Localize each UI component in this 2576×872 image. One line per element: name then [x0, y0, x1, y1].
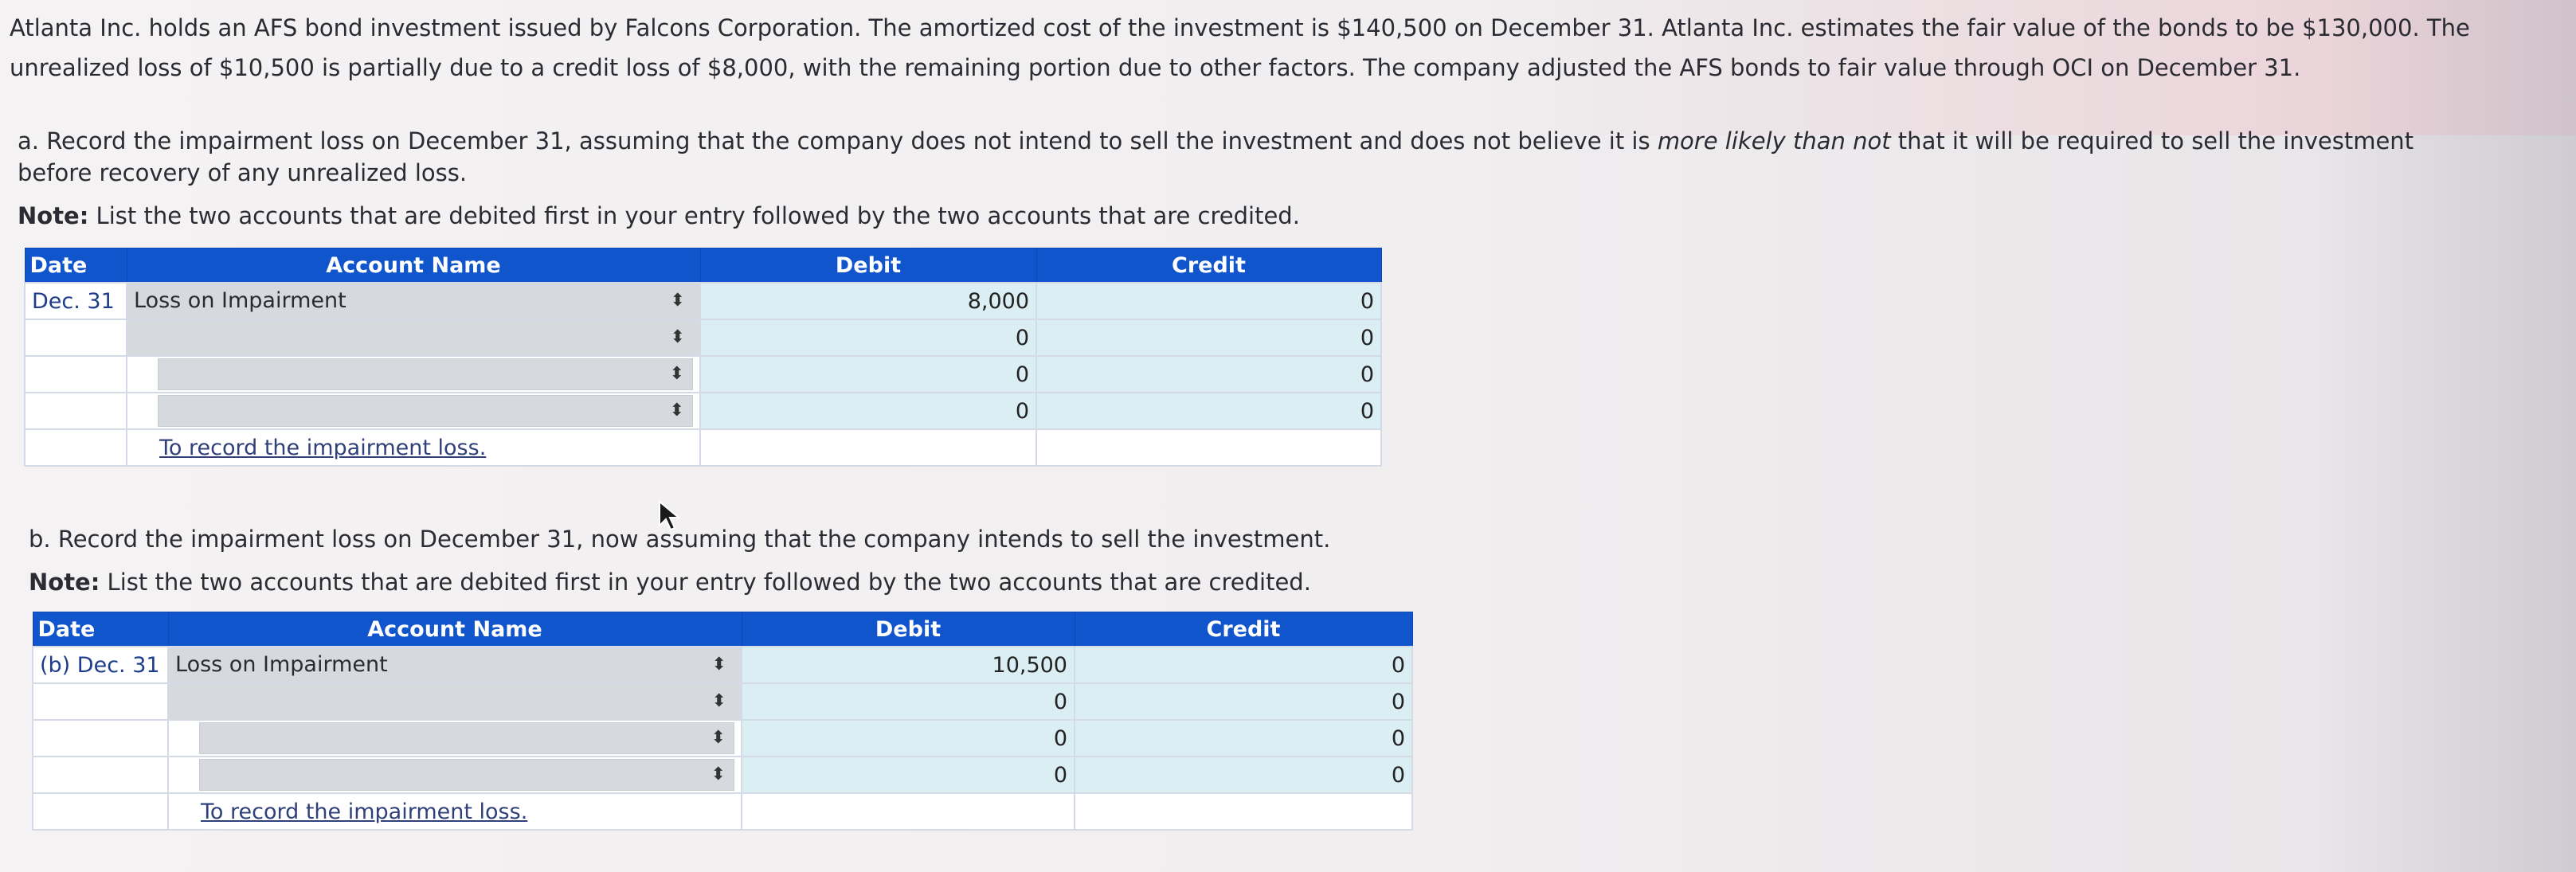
- updown-spinner-icon[interactable]: ⬍: [671, 329, 685, 346]
- part-a-italic-phrase: more likely than not: [1657, 127, 1891, 154]
- memo-cell: To record the impairment loss.: [126, 428, 701, 467]
- updown-spinner-icon[interactable]: ⬍: [712, 656, 726, 674]
- account-select[interactable]: ⬍: [126, 392, 701, 430]
- date-cell: [24, 392, 127, 430]
- account-select-value: Loss on Impairment: [134, 288, 346, 313]
- table-row: ⬍ 0 0: [24, 392, 1382, 430]
- journal-table-a: Date Account Name Debit Credit Dec. 31 L…: [24, 248, 1382, 467]
- part-b-prompt: b. Record the impairment loss on Decembe…: [29, 526, 1331, 553]
- part-a-prompt-line-2: before recovery of any unrealized loss.: [18, 159, 468, 186]
- col-header-debit: Debit: [741, 612, 1075, 647]
- memo-row: To record the impairment loss.: [24, 428, 1382, 467]
- note-label: Note:: [18, 202, 89, 229]
- account-select-value: Loss on Impairment: [175, 652, 388, 677]
- debit-input[interactable]: 8,000: [699, 282, 1037, 320]
- col-header-date: Date: [24, 248, 127, 283]
- blank-cell: [1035, 428, 1382, 467]
- debit-input[interactable]: 10,500: [741, 646, 1075, 684]
- col-header-date: Date: [32, 612, 169, 647]
- updown-spinner-icon[interactable]: ⬍: [670, 402, 684, 420]
- credit-input[interactable]: 0: [1074, 719, 1413, 757]
- date-cell: Dec. 31: [24, 282, 127, 320]
- updown-spinner-icon[interactable]: ⬍: [712, 693, 726, 710]
- account-select[interactable]: ⬍: [167, 719, 742, 757]
- col-header-credit: Credit: [1035, 248, 1382, 283]
- updown-spinner-icon[interactable]: ⬍: [670, 366, 684, 383]
- account-select[interactable]: ⬍: [126, 355, 701, 393]
- table-row: ⬍ 0 0: [32, 756, 1413, 794]
- problem-intro-line-2: unrealized loss of $10,500 is partially …: [10, 54, 2301, 81]
- date-cell: [24, 355, 127, 393]
- debit-input[interactable]: 0: [699, 355, 1037, 393]
- blank-cell: [741, 792, 1075, 831]
- table-row: ⬍ 0 0: [24, 319, 1382, 357]
- date-cell: [24, 319, 127, 357]
- credit-input[interactable]: 0: [1035, 392, 1382, 430]
- credit-input[interactable]: 0: [1035, 282, 1382, 320]
- debit-input[interactable]: 0: [741, 719, 1075, 757]
- memo-text: To record the impairment loss.: [159, 435, 487, 460]
- table-row: ⬍ 0 0: [32, 719, 1413, 757]
- part-a-prompt: a. Record the impairment loss on Decembe…: [18, 127, 2414, 154]
- blank-cell: [699, 428, 1037, 467]
- table-row: (b) Dec. 31 Loss on Impairment ⬍ 10,500 0: [32, 646, 1413, 684]
- credit-input[interactable]: 0: [1074, 646, 1413, 684]
- updown-spinner-icon[interactable]: ⬍: [711, 729, 726, 747]
- debit-input[interactable]: 0: [699, 319, 1037, 357]
- credit-input[interactable]: 0: [1074, 682, 1413, 721]
- debit-input[interactable]: 0: [699, 392, 1037, 430]
- table-row: ⬍ 0 0: [32, 682, 1413, 721]
- table-row: Dec. 31 Loss on Impairment ⬍ 8,000 0: [24, 282, 1382, 320]
- updown-spinner-icon[interactable]: ⬍: [671, 292, 685, 310]
- memo-row: To record the impairment loss.: [32, 792, 1413, 831]
- date-cell: [32, 719, 169, 757]
- account-select[interactable]: Loss on Impairment ⬍: [126, 282, 701, 320]
- part-b-note: Note: List the two accounts that are deb…: [29, 569, 1311, 596]
- blank-cell: [24, 428, 127, 467]
- account-select[interactable]: ⬍: [126, 319, 701, 357]
- date-cell: (b) Dec. 31: [32, 646, 169, 684]
- blank-cell: [1074, 792, 1413, 831]
- account-select[interactable]: ⬍: [167, 682, 742, 721]
- memo-cell: To record the impairment loss.: [167, 792, 742, 831]
- table-row: ⬍ 0 0: [24, 355, 1382, 393]
- credit-input[interactable]: 0: [1035, 355, 1382, 393]
- debit-input[interactable]: 0: [741, 682, 1075, 721]
- debit-input[interactable]: 0: [741, 756, 1075, 794]
- credit-input[interactable]: 0: [1035, 319, 1382, 357]
- note-label: Note:: [29, 569, 100, 596]
- problem-intro-line-1: Atlanta Inc. holds an AFS bond investmen…: [10, 14, 2470, 41]
- date-cell: [32, 682, 169, 721]
- account-select[interactable]: Loss on Impairment ⬍: [167, 646, 742, 684]
- col-header-account: Account Name: [167, 612, 742, 647]
- col-header-credit: Credit: [1074, 612, 1413, 647]
- table-header-row: Date Account Name Debit Credit: [32, 612, 1413, 647]
- credit-input[interactable]: 0: [1074, 756, 1413, 794]
- memo-text: To record the impairment loss.: [201, 799, 528, 824]
- col-header-account: Account Name: [126, 248, 701, 283]
- updown-spinner-icon[interactable]: ⬍: [711, 766, 726, 784]
- blank-cell: [32, 792, 169, 831]
- date-cell: [32, 756, 169, 794]
- account-select[interactable]: ⬍: [167, 756, 742, 794]
- col-header-debit: Debit: [699, 248, 1037, 283]
- journal-table-b: Date Account Name Debit Credit (b) Dec. …: [32, 612, 1413, 831]
- part-a-note: Note: List the two accounts that are deb…: [18, 202, 1300, 229]
- table-header-row: Date Account Name Debit Credit: [24, 248, 1382, 283]
